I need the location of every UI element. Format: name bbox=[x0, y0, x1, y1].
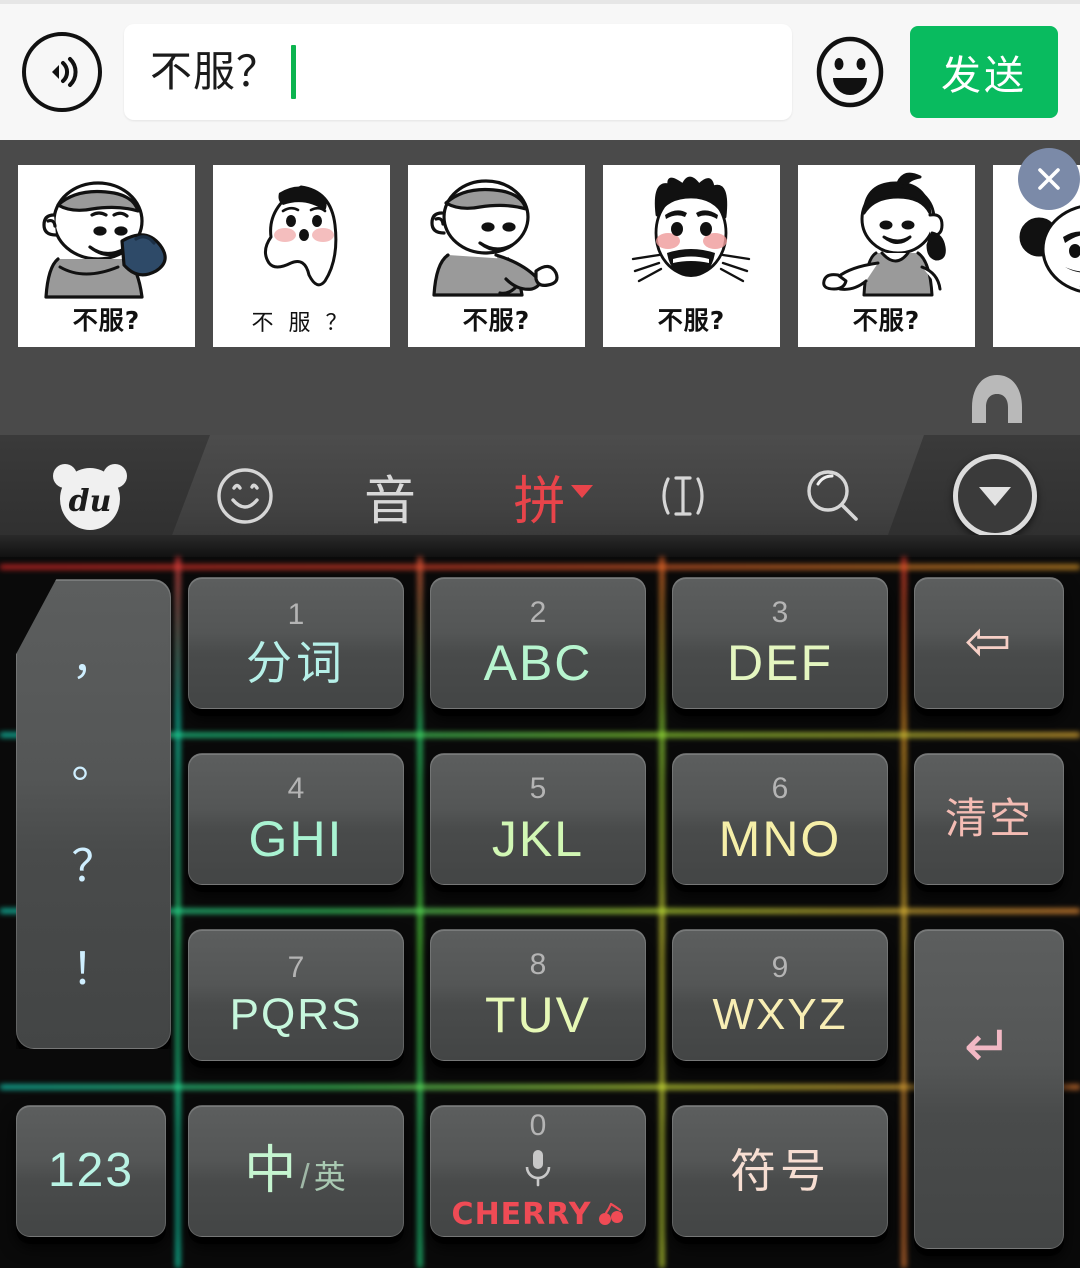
punct-question: ？ bbox=[71, 841, 116, 891]
sticker-caption: 不服? bbox=[462, 306, 531, 335]
du-logo-icon[interactable]: du bbox=[45, 435, 135, 557]
smiley-face-icon[interactable] bbox=[812, 34, 888, 110]
clear-key[interactable]: 清空 bbox=[914, 753, 1064, 885]
arch-logo-icon bbox=[972, 375, 1022, 423]
microphone-icon bbox=[525, 1149, 551, 1186]
sticker-art-man-with-boxing-glove bbox=[42, 181, 167, 299]
search-icon[interactable] bbox=[778, 435, 888, 557]
key-2-abc[interactable]: 2 ABC bbox=[430, 577, 646, 709]
key-grid: ， 。 ？ ！ 1 分词 2 ABC 3 DEF ⇦ 4 GHI 5 JKL 6… bbox=[0, 557, 1080, 1268]
key-number: 5 bbox=[529, 772, 547, 805]
cherry-brand: CHERRY bbox=[452, 1197, 625, 1232]
collapse-keyboard-button[interactable] bbox=[940, 435, 1050, 557]
sticker-art-bearded-man-shouting bbox=[631, 176, 751, 283]
punct-comma: ， bbox=[71, 634, 116, 684]
sticker-item[interactable]: 不服? bbox=[603, 165, 780, 347]
key-number: 7 bbox=[287, 951, 305, 984]
chevron-down-icon bbox=[570, 484, 593, 498]
sticker-caption: 不服? bbox=[852, 306, 921, 335]
key-label: MNO bbox=[718, 811, 842, 867]
send-button-label: 发送 bbox=[941, 54, 1027, 98]
numeric-key[interactable]: 123 bbox=[16, 1105, 166, 1237]
clear-label: 清空 bbox=[944, 795, 1033, 842]
cherry-icon bbox=[599, 1202, 624, 1225]
key-7-pqrs[interactable]: 7 PQRS bbox=[188, 929, 404, 1061]
key-1-fenci[interactable]: 1 分词 bbox=[188, 577, 404, 709]
input-value: 不服？ bbox=[150, 48, 280, 95]
key-9-wxyz[interactable]: 9 WXYZ bbox=[672, 929, 888, 1061]
key-label: 分词 bbox=[246, 637, 346, 689]
message-input-field[interactable]: 不服？ bbox=[124, 24, 792, 120]
key-number: 2 bbox=[529, 596, 547, 629]
punct-period: 。 bbox=[71, 738, 116, 788]
key-number: 0 bbox=[529, 1108, 547, 1142]
key-label: GHI bbox=[248, 811, 344, 867]
lang-separator: / bbox=[300, 1158, 312, 1196]
key-number: 8 bbox=[529, 948, 547, 981]
cursor-move-icon[interactable] bbox=[628, 435, 738, 557]
message-input-bar: 不服？ 发送 bbox=[0, 0, 1080, 140]
sticker-art-man-pointing-arm bbox=[430, 179, 559, 297]
sticker-caption: 不 服 ？ bbox=[251, 311, 352, 336]
sticker-item[interactable]: 不服? bbox=[408, 165, 585, 347]
key-4-ghi[interactable]: 4 GHI bbox=[188, 753, 404, 885]
sticker-item[interactable]: 不 服 ？ bbox=[213, 165, 390, 347]
key-number: 4 bbox=[287, 772, 305, 805]
enter-icon: ↵ bbox=[963, 1014, 1015, 1079]
key-5-jkl[interactable]: 5 JKL bbox=[430, 753, 646, 885]
pinyin-mode-button[interactable]: 拼 bbox=[488, 435, 618, 557]
language-toggle-key[interactable]: 中 / 英 bbox=[188, 1105, 404, 1237]
sticker-caption: 不服? bbox=[72, 306, 141, 335]
sticker-caption: 不服? bbox=[657, 306, 726, 335]
numeric-label: 123 bbox=[47, 1144, 135, 1197]
key-label: TUV bbox=[485, 987, 591, 1043]
sticker-item[interactable]: 不服? bbox=[18, 165, 195, 347]
key-label: PQRS bbox=[229, 990, 363, 1039]
voice-input-label: 音 bbox=[363, 472, 416, 531]
key-8-tuv[interactable]: 8 TUV bbox=[430, 929, 646, 1061]
text-caret bbox=[291, 45, 297, 99]
key-label: WXYZ bbox=[712, 990, 848, 1039]
enter-key[interactable]: ↵ bbox=[914, 929, 1064, 1249]
sticker-list: 不服? 不 服 ？ 不服? 不服? 不服? bbox=[18, 165, 1080, 347]
key-6-mno[interactable]: 6 MNO bbox=[672, 753, 888, 885]
space-key[interactable]: 0 CHERRY bbox=[430, 1105, 646, 1237]
sticker-item[interactable]: 不服? bbox=[798, 165, 975, 347]
key-number: 3 bbox=[771, 596, 789, 629]
keyboard-toolbar: du 音 拼 bbox=[0, 435, 1080, 557]
sticker-art-girl-pointing bbox=[822, 172, 946, 297]
lang-en-label: 英 bbox=[313, 1159, 348, 1195]
emoji-icon[interactable] bbox=[195, 435, 295, 557]
cherry-label: CHERRY bbox=[451, 1196, 592, 1232]
key-label: JKL bbox=[491, 811, 585, 867]
voice-wave-icon[interactable] bbox=[22, 32, 102, 112]
key-label: DEF bbox=[727, 635, 833, 691]
sticker-suggestion-bar[interactable]: 不服? 不 服 ？ 不服? 不服? 不服? bbox=[0, 140, 1080, 435]
backspace-key[interactable]: ⇦ bbox=[914, 577, 1064, 709]
symbol-label: 符号 bbox=[730, 1145, 830, 1197]
keyboard-panel: du 音 拼 ， 。 ？ ！ 1 分词 2 ABC 3 DEF ⇦ 4 GHI … bbox=[0, 435, 1080, 1268]
send-button[interactable]: 发送 bbox=[910, 26, 1058, 118]
symbol-key[interactable]: 符号 bbox=[672, 1105, 888, 1237]
punctuation-key[interactable]: ， 。 ？ ！ bbox=[16, 579, 171, 1049]
chevron-down-icon bbox=[979, 486, 1011, 506]
key-number: 9 bbox=[771, 951, 789, 984]
key-number: 1 bbox=[287, 598, 305, 631]
collapse-circle bbox=[953, 454, 1037, 538]
key-3-def[interactable]: 3 DEF bbox=[672, 577, 888, 709]
backspace-icon: ⇦ bbox=[964, 609, 1014, 672]
key-label: ABC bbox=[483, 635, 593, 691]
lang-cn-label: 中 bbox=[244, 1142, 299, 1200]
voice-input-button[interactable]: 音 bbox=[340, 435, 440, 557]
svg-text:du: du bbox=[69, 484, 112, 519]
pinyin-mode-label: 拼 bbox=[513, 472, 566, 531]
close-icon[interactable] bbox=[1018, 148, 1080, 210]
punct-exclaim: ！ bbox=[71, 945, 116, 995]
key-number: 6 bbox=[771, 772, 789, 805]
sticker-art-cute-blob-face bbox=[264, 185, 338, 287]
